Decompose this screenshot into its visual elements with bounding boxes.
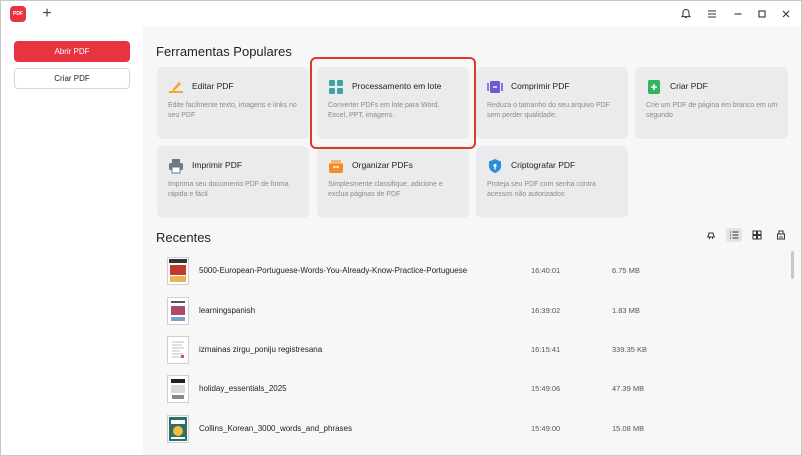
tool-title: Imprimir PDF	[192, 160, 243, 170]
new-tab-button[interactable]: +	[39, 5, 55, 23]
file-size: 47.39 MB	[612, 384, 645, 393]
popular-tools-title: Ferramentas Populares	[156, 44, 292, 59]
minimize-icon[interactable]	[727, 4, 749, 24]
tool-title: Criar PDF	[670, 81, 708, 91]
close-icon[interactable]	[775, 4, 797, 24]
title-bar: PDF +	[1, 1, 801, 27]
file-thumbnail	[167, 297, 189, 325]
maximize-icon[interactable]	[751, 4, 773, 24]
tool-desc: Edite facilmente texto, imagens e links …	[168, 102, 297, 119]
file-time: 16:40:01	[531, 266, 561, 275]
tool-card-create[interactable]: Criar PDF Crie um PDF de página em branc…	[635, 67, 788, 139]
organize-icon	[328, 158, 344, 174]
clear-history-icon[interactable]	[773, 228, 789, 242]
app-logo[interactable]: PDF	[10, 6, 26, 22]
tool-title: Editar PDF	[192, 81, 234, 91]
tool-desc: Crie um PDF de página em branco em um se…	[646, 102, 778, 119]
file-time: 16:39:02	[531, 306, 561, 315]
file-size: 339.35 KB	[612, 345, 648, 354]
scrollbar[interactable]	[791, 251, 794, 279]
recent-file-row[interactable]: learningspanish 16:39:02 1.83 MB	[164, 295, 774, 327]
list-view-icon[interactable]	[726, 228, 742, 242]
recent-file-row[interactable]: 5000-European-Portuguese-Words-You-Alrea…	[164, 255, 774, 287]
file-thumbnail	[167, 375, 189, 403]
open-pdf-button[interactable]: Abrir PDF	[14, 41, 130, 62]
file-size: 1.83 MB	[612, 306, 640, 315]
tool-card-encrypt[interactable]: Criptografar PDF Proteja seu PDF com sen…	[476, 146, 628, 218]
file-thumbnail	[167, 336, 189, 364]
tool-desc: Imprima seu documento PDF de forma rápid…	[168, 181, 289, 198]
file-name: learningspanish	[199, 306, 256, 315]
file-size: 15.08 MB	[612, 424, 645, 433]
tool-card-compress[interactable]: Comprimir PDF Reduza o tamanho do seu ar…	[476, 67, 628, 139]
tool-desc: Proteja seu PDF com senha contra acessos…	[487, 181, 596, 198]
print-icon	[168, 158, 184, 174]
tool-title: Comprimir PDF	[511, 81, 570, 91]
menu-icon[interactable]	[701, 4, 723, 24]
file-name: izmainas zirgu_poniju registresana	[199, 345, 323, 354]
tool-title: Organizar PDFs	[352, 160, 413, 170]
compress-icon	[487, 79, 503, 95]
notification-bell-icon[interactable]	[675, 4, 697, 24]
encrypt-icon	[487, 158, 503, 174]
tool-card-print[interactable]: Imprimir PDF Imprima seu documento PDF d…	[157, 146, 309, 218]
tool-title: Criptografar PDF	[511, 160, 576, 170]
file-time: 15:49:00	[531, 424, 561, 433]
tool-card-organize[interactable]: Organizar PDFs Simplesmente classifique,…	[317, 146, 469, 218]
file-name: holiday_essentials_2025	[199, 384, 287, 393]
sidebar: Abrir PDF Criar PDF	[1, 27, 143, 455]
file-size: 6.75 MB	[612, 266, 640, 275]
tool-card-edit[interactable]: Editar PDF Edite facilmente texto, image…	[157, 67, 309, 139]
tool-desc: Reduza o tamanho do seu arquivo PDF sem …	[487, 102, 610, 119]
file-thumbnail	[167, 415, 189, 443]
cloud-view-icon[interactable]	[703, 228, 719, 242]
file-time: 16:15:41	[531, 345, 561, 354]
file-name: 5000-European-Portuguese-Words-You-Alrea…	[199, 266, 468, 275]
create-pdf-button[interactable]: Criar PDF	[14, 68, 130, 89]
edit-icon	[168, 79, 184, 95]
file-thumbnail	[167, 257, 189, 285]
recent-file-row[interactable]: Collins_Korean_3000_words_and_phrases 15…	[164, 413, 774, 445]
tool-desc: Simplesmente classifique, adicione e exc…	[328, 181, 443, 198]
recent-file-row[interactable]: izmainas zirgu_poniju registresana 16:15…	[164, 334, 774, 366]
grid-view-icon[interactable]	[749, 228, 765, 242]
recent-file-row[interactable]: holiday_essentials_2025 15:49:06 47.39 M…	[164, 373, 774, 405]
recent-title: Recentes	[156, 230, 211, 245]
highlight-box	[310, 57, 476, 149]
create-icon	[646, 79, 662, 95]
app-logo-text: PDF	[13, 10, 23, 17]
file-name: Collins_Korean_3000_words_and_phrases	[199, 424, 352, 433]
file-time: 15:49:06	[531, 384, 561, 393]
